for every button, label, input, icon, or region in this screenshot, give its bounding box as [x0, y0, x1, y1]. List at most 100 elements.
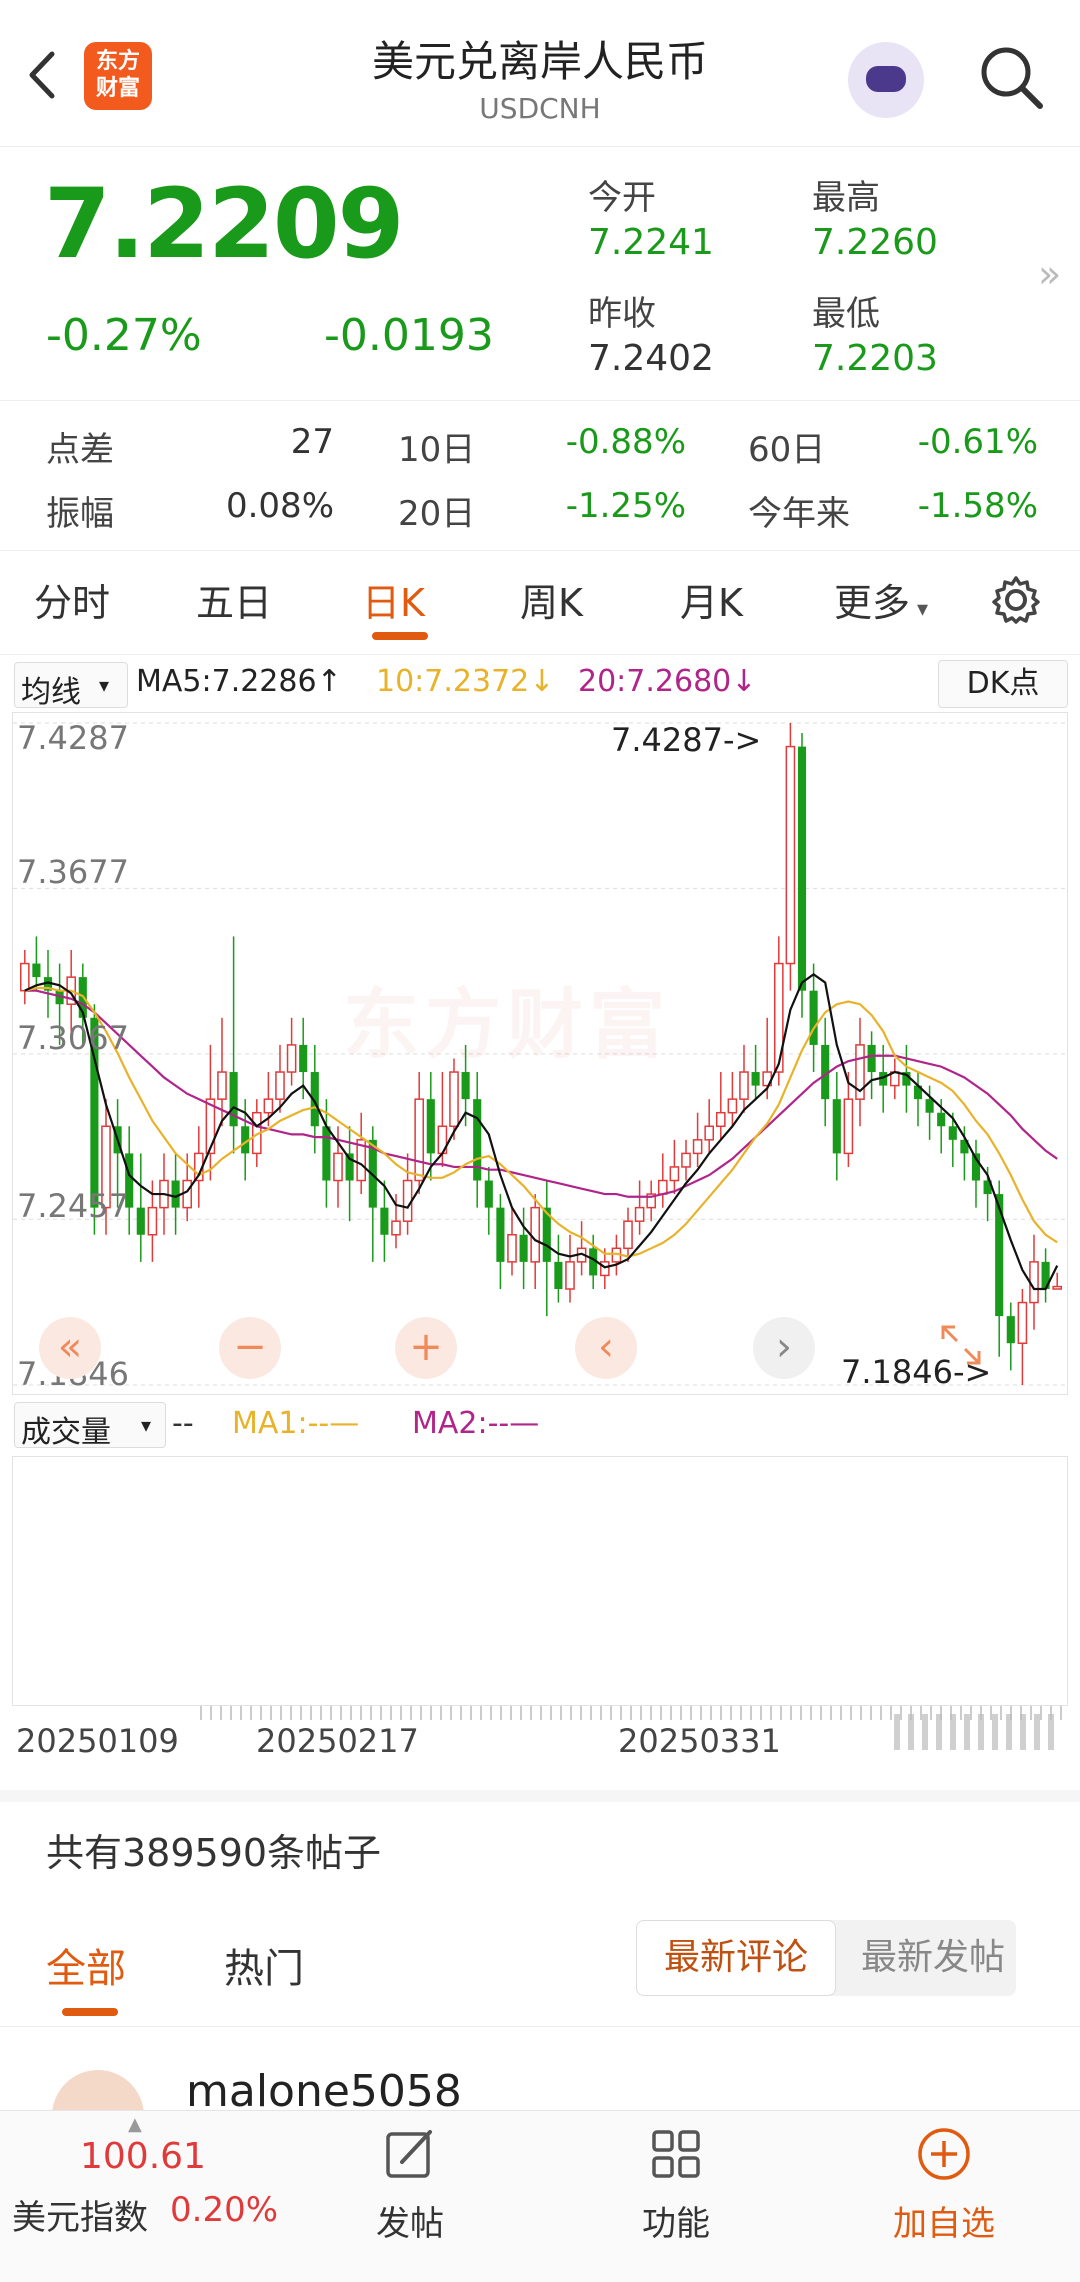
divider: [0, 550, 1080, 551]
scroll-to-start-button[interactable]: «: [39, 1317, 101, 1379]
scroll-right-button[interactable]: ›: [753, 1317, 815, 1379]
zoom-out-button[interactable]: −: [219, 1317, 281, 1379]
candle: [356, 1112, 367, 1195]
candle: [19, 949, 30, 1005]
candle: [704, 1099, 715, 1154]
candle: [669, 1139, 680, 1195]
divider: [0, 654, 1080, 655]
candle: [657, 1153, 668, 1208]
spread-label: 点差: [46, 430, 114, 470]
expand-chevron-icon[interactable]: »: [1038, 252, 1061, 296]
tab-daily-k[interactable]: 日K: [362, 572, 425, 627]
candle: [554, 1234, 563, 1303]
candle: [496, 1194, 505, 1289]
sort-latest-post-button[interactable]: 最新发帖: [850, 1920, 1016, 1996]
dk-point-toggle[interactable]: DK点: [938, 660, 1068, 708]
candle: [32, 936, 41, 991]
open-value: 7.2241: [588, 222, 714, 263]
open-label: 今开: [588, 178, 656, 218]
candle: [136, 1153, 145, 1262]
dollar-index-label[interactable]: 美元指数: [12, 2190, 148, 2239]
volume-ma1: MA1:--—: [232, 1406, 360, 1441]
ma10-value: 10:7.2372↓: [376, 664, 555, 699]
candle: [843, 1072, 854, 1167]
candle: [484, 1166, 493, 1235]
x-tick-label: 20250331: [618, 1722, 781, 1760]
tab-weekly-k[interactable]: 周K: [520, 572, 583, 627]
function-grid-icon[interactable]: [648, 2126, 704, 2182]
ma-selector-label: 均线: [21, 675, 81, 710]
zoom-in-button[interactable]: +: [395, 1317, 457, 1379]
candle: [1052, 1272, 1063, 1290]
ma20-value: 20:7.2680↓: [578, 664, 757, 699]
amplitude-label: 振幅: [46, 494, 114, 534]
tab-intraday[interactable]: 分时: [34, 572, 110, 627]
function-button-label[interactable]: 功能: [596, 2196, 756, 2245]
logo-line-2: 财富: [95, 76, 140, 101]
compose-post-icon[interactable]: [382, 2126, 438, 2182]
candle: [507, 1207, 517, 1276]
d20-label: 20日: [398, 494, 476, 534]
candle: [751, 1044, 760, 1100]
dollar-index-value[interactable]: 100.61: [80, 2136, 206, 2177]
ma-selector[interactable]: 均线 ▾: [14, 662, 128, 710]
candle: [402, 1153, 413, 1235]
candlestick-chart[interactable]: 东方财富 7.4287 7.3677 7.3067 7.2457 7.1846 …: [12, 712, 1068, 1395]
spread-value: 27: [290, 422, 334, 462]
tab-hot-posts[interactable]: 热门: [224, 1936, 304, 1994]
back-arrow-icon[interactable]: [18, 40, 68, 110]
dropdown-caret-icon: ▾: [910, 597, 929, 622]
candle: [1017, 1288, 1028, 1385]
d20-value: -1.25%: [565, 486, 686, 526]
timeline-scroll-handle[interactable]: [894, 1714, 1058, 1750]
dollar-index-change[interactable]: 0.20%: [170, 2190, 278, 2230]
divider: [0, 400, 1080, 401]
candle: [229, 936, 238, 1154]
top-navigation-bar: 东方 财富 美元兑离岸人民币 USDCNH: [0, 0, 1080, 147]
candle: [646, 1180, 657, 1222]
tab-more[interactable]: 更多 ▾: [834, 572, 928, 627]
candle: [809, 963, 818, 1073]
y-tick-label: 7.2457: [17, 1187, 129, 1225]
candle: [855, 1017, 865, 1127]
d60-label: 60日: [748, 430, 826, 470]
active-tab-indicator: [372, 632, 428, 640]
prev-close-label: 昨收: [588, 294, 656, 334]
ma5-value: MA5:7.2286↑: [136, 664, 342, 699]
y-tick-label: 7.3067: [17, 1019, 129, 1057]
fullscreen-icon[interactable]: [933, 1317, 989, 1373]
settings-gear-icon[interactable]: [990, 574, 1042, 626]
search-icon[interactable]: [976, 42, 1046, 112]
ytd-label: 今年来: [748, 494, 850, 534]
candle: [727, 1072, 738, 1127]
candle: [913, 1072, 923, 1127]
eastmoney-logo: 东方 财富: [84, 42, 152, 110]
candle: [205, 1044, 216, 1181]
ytd-value: -1.58%: [917, 486, 1038, 526]
candle: [519, 1207, 528, 1289]
max-price-annotation: 7.4287->: [611, 721, 762, 759]
high-value: 7.2260: [812, 222, 938, 263]
amplitude-value: 0.08%: [225, 486, 334, 526]
candle: [380, 1180, 389, 1262]
y-tick-label: 7.3677: [17, 853, 129, 891]
volume-value: --: [172, 1406, 194, 1441]
add-watchlist-label[interactable]: 加自选: [864, 2196, 1024, 2245]
candle: [171, 1153, 180, 1235]
add-watchlist-icon[interactable]: [916, 2126, 972, 2182]
volume-selector-label: 成交量: [21, 1415, 111, 1450]
d10-value: -0.88%: [565, 422, 686, 462]
candle: [1029, 1234, 1039, 1330]
tab-monthly-k[interactable]: 月K: [680, 572, 743, 627]
candle: [286, 1017, 297, 1086]
volume-selector[interactable]: 成交量 ▾: [14, 1402, 166, 1450]
watermark: 东方财富: [343, 980, 671, 1069]
candle: [345, 1126, 354, 1222]
tab-five-day[interactable]: 五日: [196, 572, 272, 627]
tab-all-posts[interactable]: 全部: [46, 1936, 126, 1994]
sort-latest-comment-button[interactable]: 最新评论: [636, 1920, 836, 1996]
scroll-left-button[interactable]: ‹: [575, 1317, 637, 1379]
post-button-label[interactable]: 发帖: [330, 2196, 490, 2245]
low-label: 最低: [812, 294, 880, 334]
change-amount: -0.0193: [324, 310, 494, 361]
